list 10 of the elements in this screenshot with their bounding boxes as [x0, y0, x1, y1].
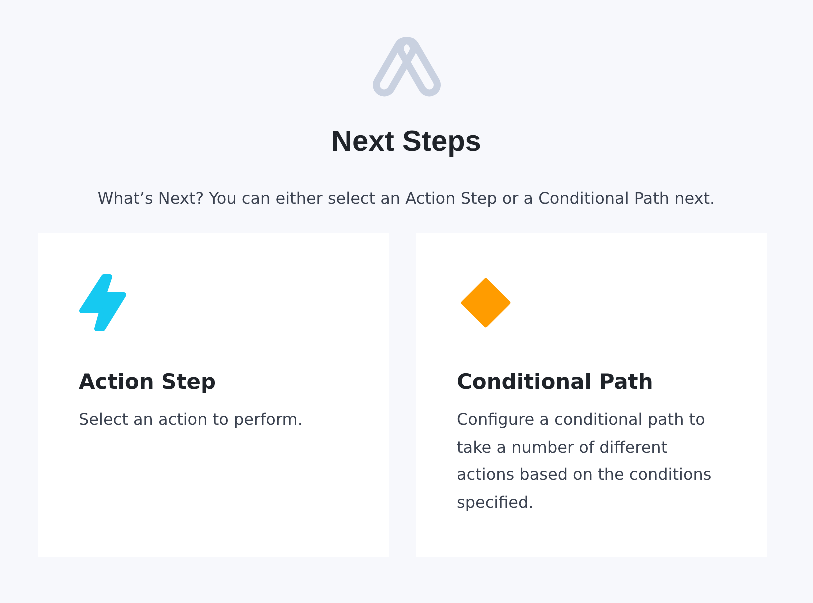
lightning-bolt-icon: [79, 274, 127, 332]
option-title: Action Step: [79, 369, 218, 396]
option-description: Select an action to perform.: [79, 409, 304, 431]
option-card[interactable]: Action Step Select an action to perform.: [38, 233, 389, 557]
option-card[interactable]: Conditional Path Configure a conditional path to take a number of different actions based on the conditions specified.: [416, 233, 767, 557]
option-title: Conditional Path: [457, 369, 654, 396]
option-description: Configure a conditional path to take a number of different actions based on the conditions specified.: [457, 409, 713, 514]
page-subtitle: What’s Next? You can either select an Action Step or a Conditional Path next.: [98, 188, 716, 210]
logo-icon: [372, 36, 442, 98]
page-title: Next Steps: [332, 125, 482, 160]
